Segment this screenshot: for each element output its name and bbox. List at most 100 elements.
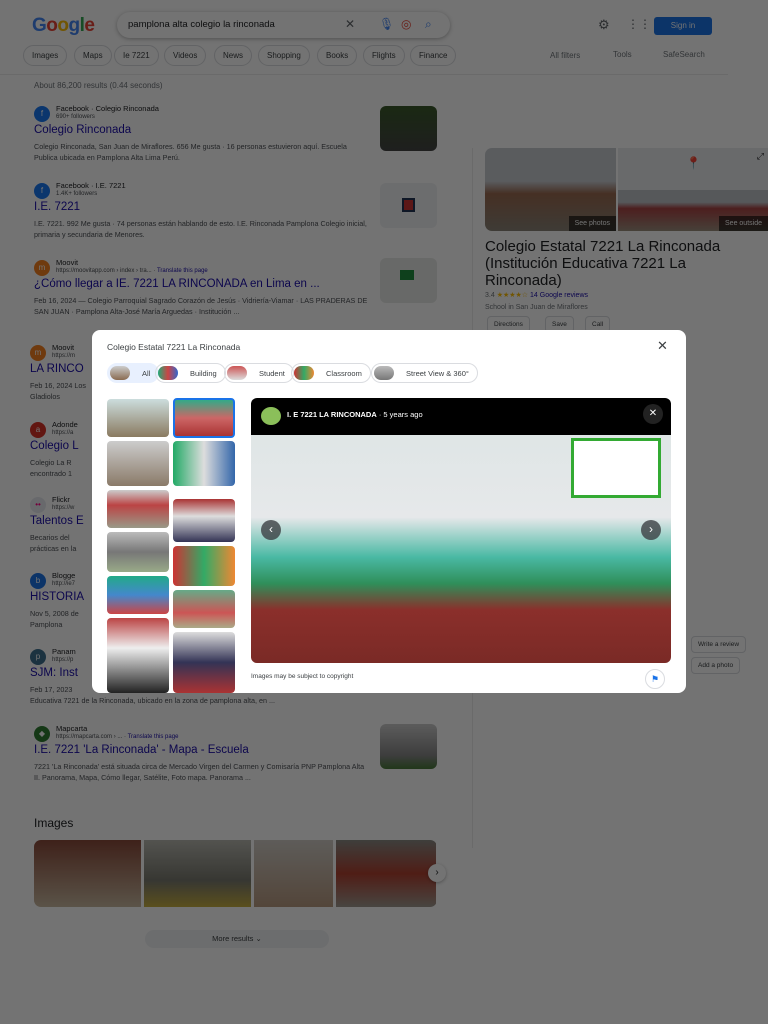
lens-icon[interactable]: ◎ — [401, 17, 411, 31]
result-url: https://mapcarta.com › ... · Translate t… — [56, 734, 179, 740]
image-result[interactable] — [336, 840, 436, 907]
result-title-link[interactable]: Colegio Rinconada — [34, 124, 131, 136]
filter-thumb — [294, 366, 314, 380]
result-title-link[interactable]: I.E. 7221 — [34, 201, 80, 213]
carousel-next-button[interactable]: › — [428, 864, 446, 882]
chip-finance[interactable]: Finance — [410, 45, 457, 66]
result-snippet: Feb 16, 2024 Los Gladiolos — [30, 381, 86, 401]
filter-thumb — [374, 366, 394, 380]
reviews-link[interactable]: 14 Google reviews — [530, 292, 588, 299]
clear-icon[interactable]: ✕ — [345, 17, 355, 31]
result-title-link[interactable]: SJM: Inst — [30, 667, 78, 679]
photo-viewer: I. E 7221 LA RINCONADA · 5 years ago ✕ ‹… — [251, 398, 671, 663]
result-url: 1.4K+ followers — [56, 191, 98, 197]
gallery-thumb[interactable] — [173, 441, 235, 486]
filter-building[interactable]: Building — [155, 363, 226, 383]
gear-icon[interactable]: ⚙ — [598, 17, 610, 33]
translate-link[interactable]: Translate this page — [128, 734, 179, 740]
result-snippet: I.E. 7221. 992 Me gusta · 74 personas es… — [34, 219, 367, 239]
result-title-link[interactable]: LA RINCO — [30, 363, 84, 375]
result-url: http://ie7 — [52, 581, 76, 587]
photo-author[interactable]: I. E 7221 LA RINCONADA · 5 years ago — [287, 410, 423, 419]
result-thumbnail[interactable] — [380, 183, 437, 228]
filter-thumb — [110, 366, 130, 380]
result-snippet: Colegio Rinconada, San Juan de Miraflore… — [34, 142, 347, 162]
safesearch-button[interactable]: SafeSearch — [663, 50, 705, 59]
result-title-link[interactable]: Talentos E — [30, 515, 84, 527]
previous-photo-button[interactable]: ‹ — [261, 520, 281, 540]
see-outside-button[interactable]: See outside — [719, 216, 768, 231]
apps-icon[interactable]: ⋮⋮ — [627, 17, 651, 31]
see-photos-button[interactable]: See photos — [568, 216, 616, 231]
images-heading: Images — [34, 816, 74, 830]
gallery-thumb[interactable] — [107, 399, 169, 437]
image-result[interactable] — [34, 840, 141, 907]
result-thumbnail[interactable] — [380, 106, 437, 151]
kp-street-view[interactable]: See outside — [618, 190, 768, 231]
filter-all[interactable]: All — [107, 363, 160, 383]
write-review-button[interactable]: Write a review — [691, 636, 747, 653]
result-url: https://a — [52, 430, 74, 436]
report-flag-button[interactable]: ⚑ — [645, 669, 665, 689]
gallery-thumb[interactable] — [107, 441, 169, 486]
filter-student[interactable]: Student — [224, 363, 294, 383]
result-source: Panam — [52, 647, 76, 656]
chip-news[interactable]: News — [214, 45, 253, 66]
chip-flights[interactable]: Flights — [363, 45, 405, 66]
result-source: Adonde — [52, 420, 78, 429]
kp-map[interactable]: 📍 ⤢ — [618, 148, 768, 190]
tools-button[interactable]: Tools — [613, 50, 632, 59]
photo-time: 5 years ago — [383, 410, 423, 419]
gallery-thumb[interactable] — [173, 590, 235, 628]
result-title-link[interactable]: I.E. 7221 'La Rinconada' - Mapa - Escuel… — [34, 744, 249, 756]
expand-map-icon[interactable]: ⤢ — [757, 151, 764, 162]
photos-modal: Colegio Estatal 7221 La Rinconada ✕ All … — [92, 330, 686, 693]
result-url: https://moovitapp.com › index › tra... ·… — [56, 268, 208, 274]
chip-books[interactable]: Books — [317, 45, 358, 66]
result-thumbnail[interactable] — [380, 258, 437, 303]
moovit-icon: m — [34, 260, 50, 276]
gallery-thumb-selected[interactable] — [173, 398, 235, 438]
chip-videos[interactable]: Videos — [164, 45, 207, 66]
search-icon[interactable]: ⌕ — [425, 17, 432, 32]
next-photo-button[interactable]: › — [641, 520, 661, 540]
gallery-thumb[interactable] — [107, 490, 169, 528]
all-filters-button[interactable]: All filters — [550, 51, 580, 60]
add-photo-button[interactable]: Add a photo — [691, 657, 741, 674]
result-title-link[interactable]: HISTORIA — [30, 591, 84, 603]
gallery-thumb[interactable] — [173, 632, 235, 693]
result-snippet: Becarios del prácticas en la — [30, 533, 77, 553]
gallery-thumb[interactable] — [107, 576, 169, 614]
gallery-thumb[interactable] — [173, 546, 235, 586]
chip-ie7221[interactable]: Ie 7221 — [114, 45, 159, 66]
moovit-icon: m — [30, 345, 46, 361]
image-result[interactable] — [144, 840, 251, 907]
chip-maps[interactable]: Maps — [74, 45, 112, 66]
google-logo[interactable]: Google — [32, 15, 95, 37]
chip-images[interactable]: Images — [23, 45, 68, 66]
chip-shopping[interactable]: Shopping — [258, 45, 310, 66]
result-source: Blogge — [52, 571, 76, 580]
photo-chart-detail — [571, 438, 661, 498]
gallery-thumb[interactable] — [107, 618, 169, 693]
filter-classroom[interactable]: Classroom — [291, 363, 371, 383]
result-thumbnail[interactable] — [380, 724, 437, 769]
result-source: Mapcarta — [56, 724, 88, 733]
result-title-link[interactable]: ¿Cómo llegar a IE. 7221 LA RINCONADA en … — [34, 278, 320, 290]
facebook-icon: f — [34, 183, 50, 199]
microphone-icon[interactable]: 🎙 — [379, 17, 394, 31]
gallery-thumb[interactable] — [173, 499, 235, 542]
kp-photo[interactable]: See photos — [485, 148, 616, 231]
filter-street-view[interactable]: Street View & 360° — [371, 363, 478, 383]
result-source: Flickr — [52, 495, 70, 504]
search-box[interactable]: pamplona alta colegio la rinconada ✕ 🎙 ◎… — [117, 12, 450, 38]
gallery-thumb[interactable] — [107, 532, 169, 572]
image-result[interactable] — [254, 840, 333, 907]
result-title-link[interactable]: Colegio L — [30, 440, 79, 452]
sign-in-button[interactable]: Sign in — [654, 17, 712, 35]
search-input[interactable]: pamplona alta colegio la rinconada — [128, 19, 275, 30]
more-results-button[interactable]: More results ⌄ — [145, 930, 329, 948]
close-viewer-button[interactable]: ✕ — [643, 404, 663, 424]
close-modal-button[interactable]: ✕ — [657, 338, 668, 354]
translate-link[interactable]: Translate this page — [157, 268, 208, 274]
